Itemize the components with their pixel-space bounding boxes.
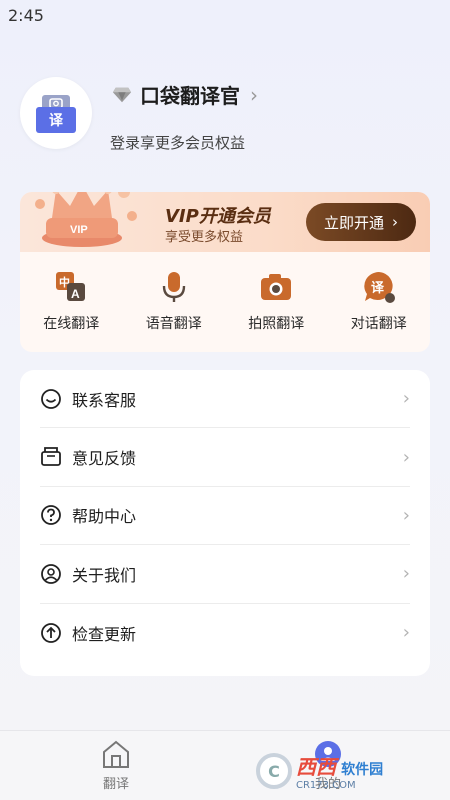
- chevron-right-icon: ›: [392, 213, 398, 231]
- home-icon: [103, 740, 129, 768]
- chevron-right-icon: ›: [402, 504, 410, 526]
- feature-dialog-translate[interactable]: 译 对话翻译: [328, 270, 431, 333]
- feature-voice-translate[interactable]: 语音翻译: [123, 270, 226, 333]
- feature-photo-translate[interactable]: 拍照翻译: [225, 270, 328, 333]
- chevron-right-icon: ›: [402, 446, 410, 468]
- online-translate-icon: 中 A: [56, 272, 86, 301]
- feature-label: 在线翻译: [43, 316, 100, 332]
- status-time: 2:45: [8, 6, 44, 25]
- tab-label: 翻译: [102, 777, 129, 792]
- watermark-name: 软件园: [341, 762, 384, 778]
- menu-item-check-update[interactable]: 检查更新 ›: [40, 604, 410, 662]
- feature-label: 对话翻译: [350, 316, 407, 332]
- profile-subtitle: 登录享更多会员权益: [110, 134, 246, 152]
- vip-card: VIP VIP开通会员 享受更多权益 立即开通 › 中 A 在线翻译 语音翻译 …: [20, 192, 430, 352]
- feature-online-translate[interactable]: 中 A 在线翻译: [20, 270, 123, 333]
- feature-grid: 中 A 在线翻译 语音翻译 拍照翻译 译 对话翻译: [20, 270, 430, 333]
- menu-label: 关于我们: [72, 565, 137, 585]
- menu-item-about-us[interactable]: 关于我们 ›: [40, 545, 410, 604]
- profile-name: 口袋翻译官: [140, 84, 240, 108]
- microphone-icon: [162, 272, 185, 302]
- watermark-logo: C 西西 软件园 CR173.COM: [256, 748, 448, 794]
- chevron-right-icon: ›: [402, 622, 410, 644]
- vip-crown-icon: VIP: [26, 192, 146, 248]
- svg-text:VIP: VIP: [70, 224, 88, 236]
- vip-banner[interactable]: VIP VIP开通会员 享受更多权益 立即开通 ›: [20, 192, 430, 252]
- tab-translate[interactable]: 翻译: [100, 739, 132, 792]
- feature-label: 拍照翻译: [248, 316, 305, 332]
- vip-title: VIP开通会员: [165, 206, 271, 227]
- menu-item-help-center[interactable]: 帮助中心 ›: [40, 487, 410, 546]
- chevron-right-icon: ›: [402, 563, 410, 585]
- about-icon: [41, 563, 61, 584]
- customer-service-icon: [41, 388, 61, 409]
- svg-text:译: 译: [371, 281, 385, 296]
- feedback-icon: [41, 447, 61, 466]
- watermark-c-icon: C: [256, 753, 292, 789]
- diamond-icon: [112, 85, 132, 105]
- watermark-url: CR173.COM: [296, 780, 356, 791]
- update-icon: [41, 622, 61, 643]
- settings-menu: 联系客服 › 意见反馈 › 帮助中心 › 关于我们 › 检查更新 ›: [20, 370, 430, 676]
- watermark-brand: 西西: [296, 755, 336, 779]
- feature-label: 语音翻译: [145, 316, 202, 332]
- profile-login-row[interactable]: 口袋翻译官 ›: [112, 80, 258, 109]
- vip-subtitle: 享受更多权益: [165, 230, 244, 245]
- chevron-right-icon: ›: [402, 388, 410, 410]
- menu-label: 意见反馈: [72, 449, 137, 469]
- chat-translate-icon: 译: [364, 272, 395, 303]
- svg-text:A: A: [71, 287, 80, 301]
- chevron-right-icon: ›: [250, 82, 258, 107]
- menu-label: 检查更新: [72, 624, 137, 644]
- help-icon: [41, 505, 61, 526]
- menu-label: 帮助中心: [72, 507, 137, 527]
- menu-item-customer-service[interactable]: 联系客服 ›: [40, 370, 410, 429]
- vip-open-button-label: 立即开通: [323, 213, 384, 232]
- menu-label: 联系客服: [72, 390, 137, 410]
- avatar[interactable]: 译: [20, 77, 92, 149]
- camera-icon: [261, 274, 292, 300]
- vip-open-button[interactable]: 立即开通 ›: [306, 203, 416, 241]
- menu-item-feedback[interactable]: 意见反馈 ›: [40, 428, 410, 487]
- avatar-icon: 译: [36, 93, 76, 133]
